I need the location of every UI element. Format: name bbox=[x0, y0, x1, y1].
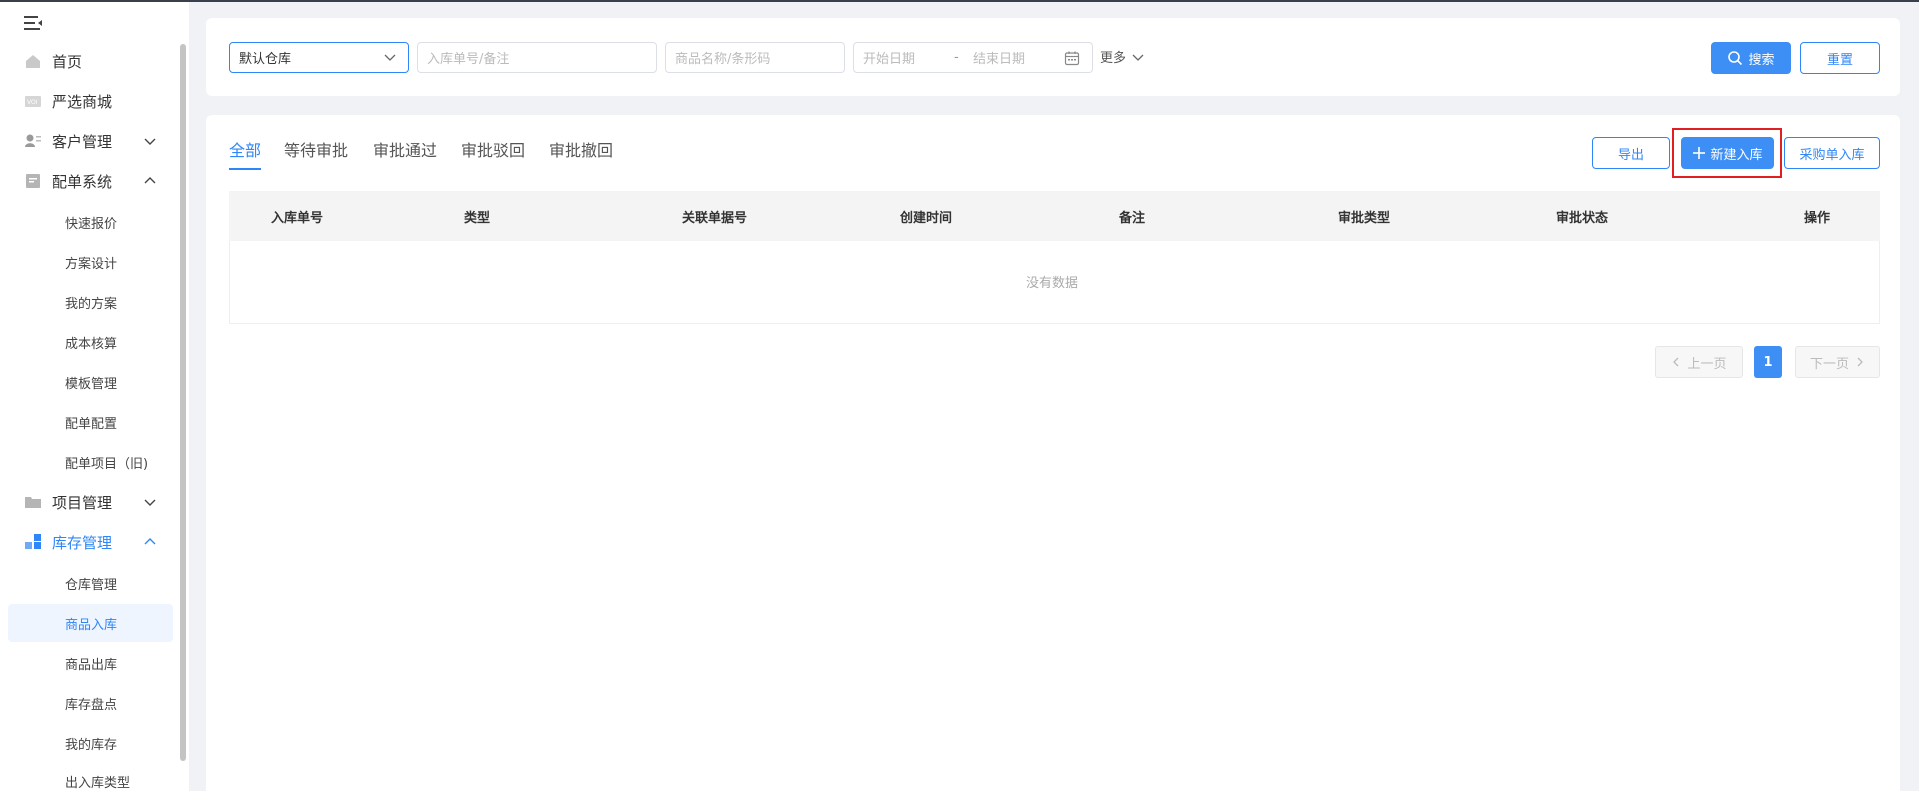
sidebar-subitem[interactable]: 成本核算 bbox=[8, 323, 173, 361]
sidebar-item-home[interactable]: 首页 bbox=[0, 44, 176, 78]
chevron-down-icon bbox=[144, 499, 156, 506]
sidebar-subitem[interactable]: 仓库管理 bbox=[8, 564, 173, 602]
sidebar-subitem[interactable]: 出入库类型 bbox=[8, 764, 173, 791]
sidebar-item-mall[interactable]: VOI 严选商城 bbox=[0, 84, 176, 118]
column-header: 备注 bbox=[1119, 211, 1146, 226]
column-header: 入库单号 bbox=[271, 211, 324, 226]
purchase-stock-in-button[interactable]: 采购单入库 bbox=[1784, 137, 1880, 169]
tab-approved[interactable]: 审批通过 bbox=[373, 137, 437, 161]
empty-state-text: 没有数据 bbox=[1026, 276, 1079, 291]
chevron-down-icon bbox=[1132, 54, 1144, 61]
sidebar-item-label: 配单系统 bbox=[52, 172, 113, 191]
customer-icon bbox=[25, 134, 41, 147]
sidebar-subitem[interactable]: 方案设计 bbox=[8, 243, 173, 281]
sidebar-subitem[interactable]: 快速报价 bbox=[8, 203, 173, 241]
reset-button[interactable]: 重置 bbox=[1800, 42, 1880, 74]
menu-collapse-icon[interactable] bbox=[24, 14, 44, 32]
date-separator: - bbox=[954, 50, 959, 65]
sidebar-item-label: 项目管理 bbox=[52, 493, 113, 512]
sidebar-subitem-active[interactable]: 商品入库 bbox=[8, 604, 173, 642]
sidebar-scrollbar[interactable] bbox=[180, 44, 186, 761]
sidebar-item-label: 首页 bbox=[52, 52, 83, 71]
tab-withdrawn[interactable]: 审批撤回 bbox=[549, 137, 613, 161]
end-date-input[interactable]: 结束日期 bbox=[973, 48, 1025, 67]
tab-all[interactable]: 全部 bbox=[229, 137, 261, 161]
sidebar: 首页 VOI 严选商城 客户管理 配单系统 快速报价 方案设计 我的方案 成本核… bbox=[0, 2, 189, 791]
sidebar-item-inventory[interactable]: 库存管理 bbox=[0, 525, 176, 559]
order-search-input[interactable]: 入库单号/备注 bbox=[417, 42, 657, 73]
active-tab-indicator bbox=[229, 168, 261, 170]
column-header: 操作 bbox=[1804, 211, 1831, 226]
column-header: 类型 bbox=[464, 211, 491, 226]
tab-rejected[interactable]: 审批驳回 bbox=[461, 137, 525, 161]
chevron-left-icon bbox=[1673, 357, 1679, 367]
svg-text:VOI: VOI bbox=[27, 99, 38, 106]
chevron-down-icon bbox=[144, 138, 156, 145]
sidebar-item-label: 客户管理 bbox=[52, 132, 113, 151]
calendar-icon bbox=[1064, 51, 1080, 66]
document-icon bbox=[26, 174, 40, 188]
chevron-right-icon bbox=[1857, 357, 1863, 367]
sidebar-subitem[interactable]: 商品出库 bbox=[8, 644, 173, 682]
table-header: 入库单号 类型 关联单据号 创建时间 备注 审批类型 审批状态 操作 bbox=[229, 191, 1880, 241]
search-icon bbox=[1728, 51, 1743, 66]
column-header: 审批类型 bbox=[1338, 211, 1391, 226]
search-button[interactable]: 搜索 bbox=[1711, 42, 1791, 74]
warehouse-select[interactable]: 默认仓库 bbox=[229, 42, 409, 73]
more-filters-toggle[interactable]: 更多 bbox=[1100, 47, 1144, 66]
window-top-border bbox=[0, 0, 1919, 2]
sidebar-subitem[interactable]: 我的库存 bbox=[8, 724, 173, 762]
sidebar-subitem[interactable]: 配单项目（旧) bbox=[8, 443, 173, 481]
export-button[interactable]: 导出 bbox=[1592, 137, 1670, 169]
prev-page-button[interactable]: 上一页 bbox=[1655, 346, 1743, 378]
home-icon bbox=[26, 55, 40, 68]
goods-search-input[interactable]: 商品名称/条形码 bbox=[665, 42, 845, 73]
sidebar-subitem[interactable]: 配单配置 bbox=[8, 403, 173, 441]
warehouse-select-value: 默认仓库 bbox=[239, 52, 292, 67]
start-date-input[interactable]: 开始日期 bbox=[863, 48, 915, 67]
sidebar-item-label: 库存管理 bbox=[52, 533, 113, 552]
column-header: 关联单据号 bbox=[682, 211, 748, 226]
sidebar-item-label: 严选商城 bbox=[52, 92, 113, 111]
sidebar-item-customer[interactable]: 客户管理 bbox=[0, 124, 176, 158]
sidebar-subitem[interactable]: 库存盘点 bbox=[8, 684, 173, 722]
sidebar-subitem[interactable]: 模板管理 bbox=[8, 363, 173, 401]
chevron-down-icon bbox=[384, 54, 396, 61]
inventory-icon bbox=[25, 534, 41, 549]
column-header: 创建时间 bbox=[900, 211, 953, 226]
date-range-picker[interactable]: 开始日期 - 结束日期 bbox=[853, 42, 1093, 73]
chevron-up-icon bbox=[144, 177, 156, 184]
sidebar-subitem[interactable]: 我的方案 bbox=[8, 283, 173, 321]
sidebar-item-peidan[interactable]: 配单系统 bbox=[0, 164, 176, 198]
folder-icon bbox=[25, 497, 41, 508]
page-number-button[interactable]: 1 bbox=[1754, 346, 1782, 378]
chevron-up-icon bbox=[144, 538, 156, 545]
tab-pending[interactable]: 等待审批 bbox=[284, 137, 348, 161]
mall-icon: VOI bbox=[25, 96, 41, 107]
column-header: 审批状态 bbox=[1556, 211, 1609, 226]
sidebar-item-project[interactable]: 项目管理 bbox=[0, 485, 176, 519]
next-page-button[interactable]: 下一页 bbox=[1795, 346, 1880, 378]
new-stock-in-button[interactable]: 新建入库 bbox=[1681, 137, 1774, 169]
plus-icon bbox=[1693, 147, 1706, 159]
